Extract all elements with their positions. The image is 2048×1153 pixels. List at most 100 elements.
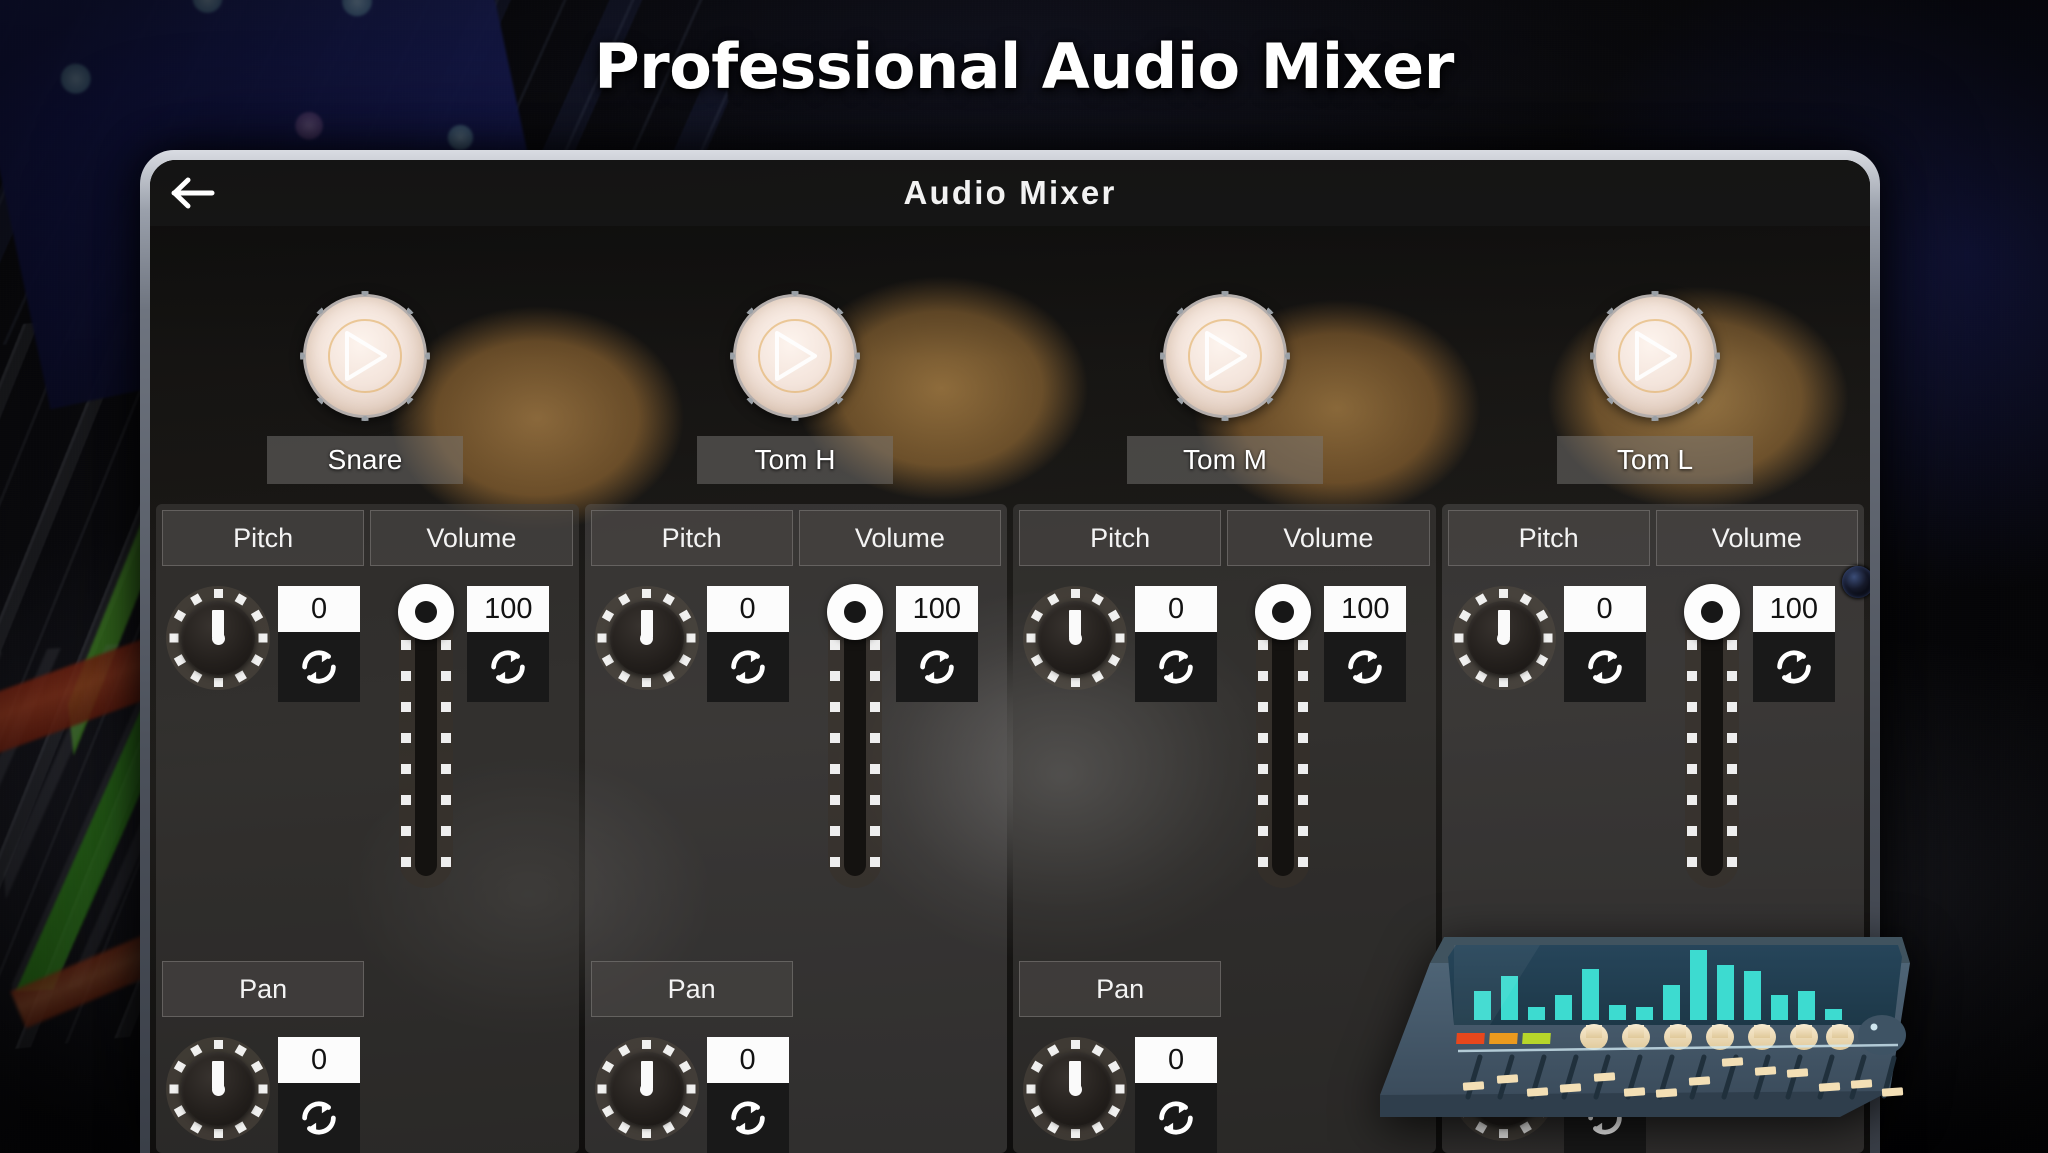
volume-reset-button[interactable] bbox=[895, 632, 978, 702]
knob-tick bbox=[189, 1044, 203, 1057]
loop-reset-icon bbox=[1348, 650, 1383, 684]
drum-pad-label-strip: Tom L bbox=[1557, 436, 1753, 484]
knob-tick bbox=[662, 1121, 676, 1134]
pitch-value[interactable]: 0 bbox=[1135, 586, 1218, 632]
pan-label: Pan bbox=[667, 973, 716, 1004]
slider-tick bbox=[1298, 857, 1309, 867]
drum-pad-tom-m[interactable]: Tom M bbox=[1010, 226, 1440, 504]
knob-tick bbox=[1046, 1121, 1060, 1134]
knob-tick bbox=[1519, 593, 1533, 606]
pitch-value[interactable]: 0 bbox=[1563, 586, 1646, 632]
pan-header-row: Pan bbox=[585, 947, 1008, 1017]
pan-header: Pan bbox=[1019, 961, 1222, 1017]
volume-slider[interactable] bbox=[1679, 584, 1745, 888]
knob-tick bbox=[1107, 1105, 1120, 1118]
volume-value[interactable]: 100 bbox=[895, 586, 978, 632]
volume-slider[interactable] bbox=[1250, 584, 1316, 888]
slider-tick bbox=[829, 795, 840, 805]
pitch-knob[interactable] bbox=[1023, 586, 1128, 690]
slider-tick bbox=[401, 640, 412, 650]
slider-tick bbox=[1258, 702, 1269, 712]
volume-reset-button[interactable] bbox=[467, 632, 550, 702]
slider-thumb[interactable] bbox=[1255, 584, 1312, 640]
slider-tick bbox=[1726, 795, 1737, 805]
pitch-knob[interactable] bbox=[166, 586, 271, 690]
screenshot-stage: Professional Audio Mixer Audio Mixer Sna… bbox=[0, 0, 2048, 1153]
channel-body: 0 100 bbox=[585, 566, 1008, 947]
slider-tick bbox=[829, 826, 840, 836]
volume-reset-button[interactable] bbox=[1752, 632, 1835, 702]
slider-tick bbox=[1686, 640, 1697, 650]
pan-knob[interactable] bbox=[594, 1037, 699, 1141]
pan-reset-button[interactable] bbox=[1135, 1083, 1218, 1153]
pitch-reset-button[interactable] bbox=[278, 632, 361, 702]
slider-thumb-dot bbox=[1272, 601, 1295, 623]
knob-tick bbox=[213, 589, 223, 598]
knob-tick bbox=[618, 593, 631, 606]
slider-thumb[interactable] bbox=[398, 584, 455, 640]
pitch-value[interactable]: 0 bbox=[278, 586, 361, 632]
knob-face bbox=[1038, 601, 1113, 675]
pan-knob[interactable] bbox=[1023, 1037, 1128, 1141]
channel-strip-snare: Pitch Volume 0 100 Pan 0 bbox=[156, 504, 579, 1153]
pan-value[interactable]: 0 bbox=[1135, 1037, 1218, 1083]
pitch-reset-button[interactable] bbox=[1563, 632, 1646, 702]
back-button[interactable] bbox=[150, 160, 236, 226]
knob-tick bbox=[662, 670, 676, 683]
pan-control: 0 bbox=[591, 1029, 793, 1153]
pan-control: 0 bbox=[162, 1029, 364, 1153]
pan-label: Pan bbox=[1096, 973, 1145, 1004]
slider-tick bbox=[401, 764, 412, 774]
drum-pad-snare[interactable]: Snare bbox=[150, 226, 580, 504]
pitch-knob[interactable] bbox=[1451, 586, 1556, 690]
loop-reset-icon bbox=[920, 650, 954, 684]
pitch-knob[interactable] bbox=[594, 586, 699, 690]
pitch-label: Pitch bbox=[1518, 522, 1579, 553]
slider-thumb[interactable] bbox=[1683, 584, 1740, 640]
pan-reset-button[interactable] bbox=[278, 1083, 361, 1153]
pitch-label: Pitch bbox=[661, 522, 722, 553]
knob-tick bbox=[173, 1105, 186, 1118]
knob-tick bbox=[1115, 633, 1125, 643]
pan-knob[interactable] bbox=[166, 1037, 271, 1141]
knob-tick bbox=[1091, 593, 1104, 606]
pan-body: 0 bbox=[585, 1017, 1008, 1153]
volume-value[interactable]: 100 bbox=[1324, 586, 1407, 632]
pitch-reset-button[interactable] bbox=[706, 632, 789, 702]
slider-tick bbox=[1686, 795, 1697, 805]
slider-tick bbox=[1298, 640, 1309, 650]
volume-slider[interactable] bbox=[393, 584, 459, 888]
knob-tick bbox=[1046, 593, 1060, 606]
loop-reset-icon bbox=[1159, 1101, 1193, 1135]
knob-tick bbox=[601, 609, 615, 622]
volume-slider[interactable] bbox=[822, 584, 888, 888]
value-stack: 0 bbox=[278, 586, 361, 702]
volume-reset-button[interactable] bbox=[1324, 632, 1407, 702]
pan-reset-button[interactable] bbox=[706, 1083, 789, 1153]
pitch-control: 0 bbox=[1019, 578, 1221, 947]
volume-value[interactable]: 100 bbox=[1752, 586, 1835, 632]
value-stack: 0 bbox=[706, 586, 789, 702]
pitch-value[interactable]: 0 bbox=[706, 586, 789, 632]
slider-tick bbox=[1726, 640, 1737, 650]
pan-spacer bbox=[370, 1029, 572, 1153]
console-jog-wheel bbox=[1858, 1015, 1906, 1055]
knob-tick bbox=[1030, 609, 1043, 622]
slider-thumb[interactable] bbox=[826, 584, 883, 640]
slider-tick bbox=[1726, 826, 1737, 836]
pitch-reset-button[interactable] bbox=[1135, 632, 1218, 702]
slider-tick bbox=[869, 795, 880, 805]
knob-tick bbox=[1536, 609, 1549, 622]
volume-value[interactable]: 100 bbox=[467, 586, 550, 632]
value-stack: 100 bbox=[1752, 586, 1835, 702]
knob-face bbox=[1466, 601, 1541, 675]
knob-face bbox=[609, 601, 684, 675]
volume-label: Volume bbox=[854, 522, 945, 553]
knob-tick bbox=[1543, 633, 1553, 643]
pan-value[interactable]: 0 bbox=[706, 1037, 789, 1083]
drum-pad-tom-l[interactable]: Tom L bbox=[1440, 226, 1870, 504]
pan-value[interactable]: 0 bbox=[278, 1037, 361, 1083]
drum-pad-tom-h[interactable]: Tom H bbox=[580, 226, 1010, 504]
slider-tick bbox=[441, 857, 452, 867]
knob-tick bbox=[1458, 654, 1472, 667]
